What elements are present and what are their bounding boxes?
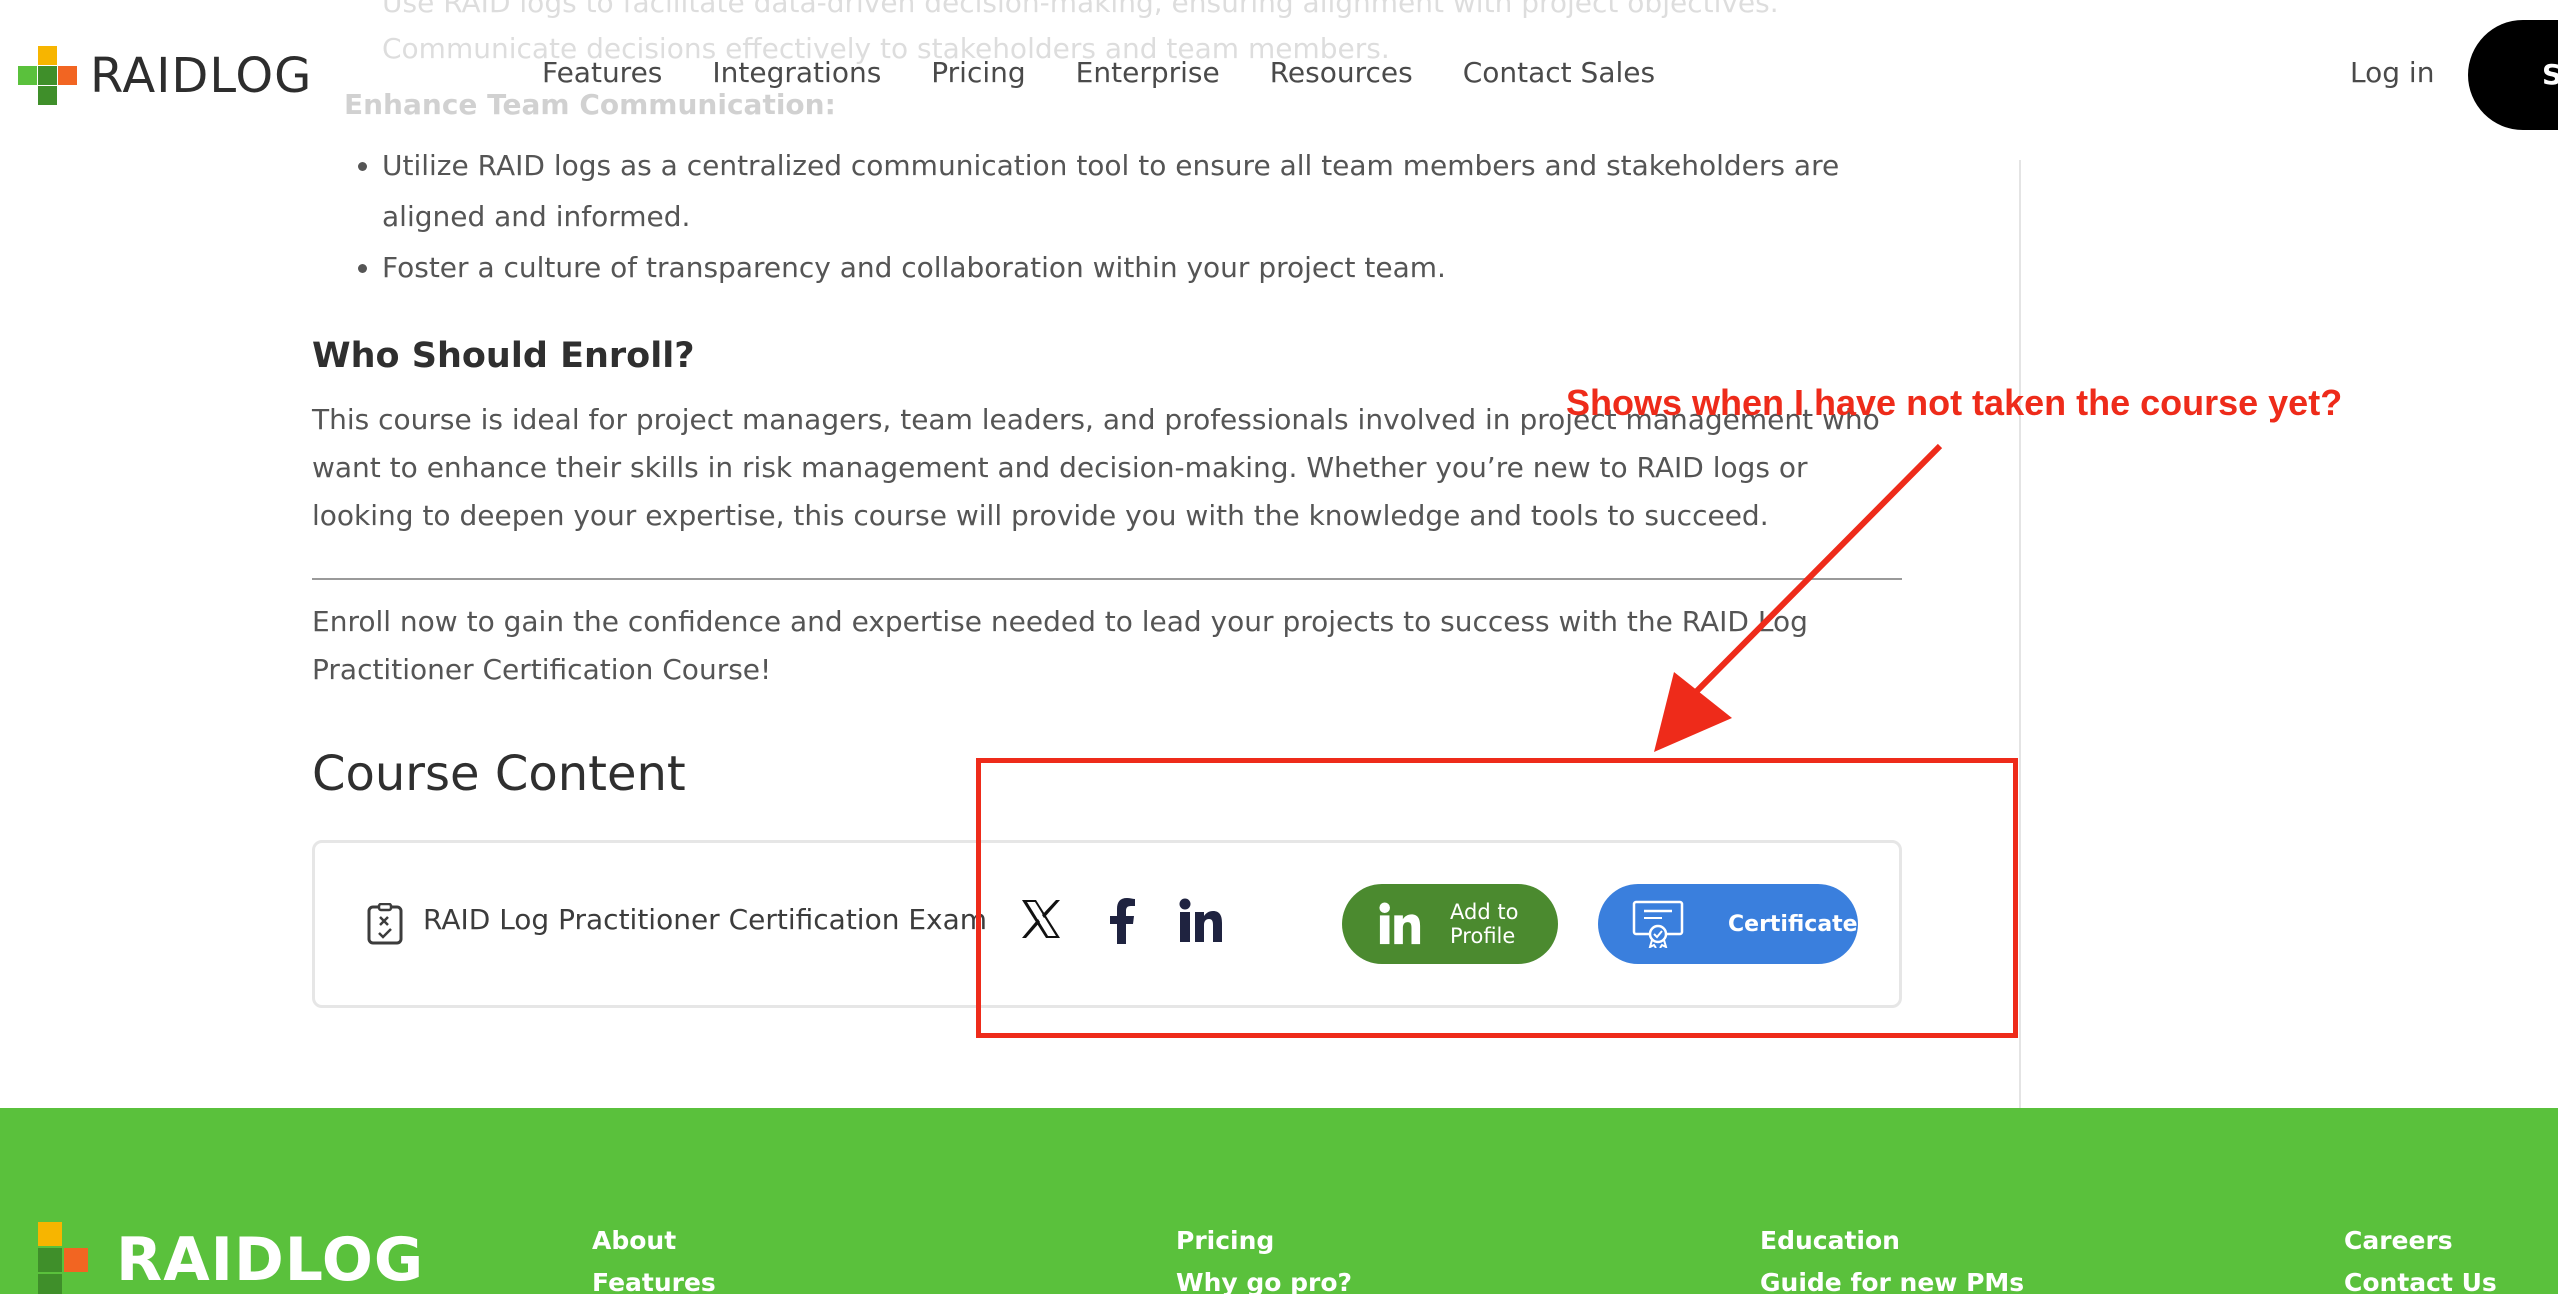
course-content-heading: Course Content — [312, 746, 686, 802]
raidlog-logo[interactable]: RAIDLOG — [18, 46, 312, 106]
nav-features[interactable]: Features — [542, 56, 662, 89]
footer-logo-text: RAIDLOG — [116, 1225, 425, 1294]
footer-logo-mark-icon — [12, 1222, 88, 1294]
footer-link-education[interactable]: Education — [1760, 1226, 1900, 1255]
annotation-highlight-box — [976, 758, 2018, 1038]
footer-link-features[interactable]: Features — [592, 1268, 716, 1294]
nav-contact-sales[interactable]: Contact Sales — [1463, 56, 1655, 89]
footer-link-contact-us[interactable]: Contact Us — [2344, 1268, 2497, 1294]
footer-link-why-go-pro[interactable]: Why go pro? — [1176, 1268, 1352, 1294]
footer-logo[interactable]: RAIDLOG — [12, 1222, 424, 1294]
nav-enterprise[interactable]: Enterprise — [1076, 56, 1220, 89]
logo-text: RAIDLOG — [90, 48, 313, 104]
who-should-enroll-heading: Who Should Enroll? — [312, 336, 695, 376]
site-header: RAIDLOG Features Integrations Pricing En… — [0, 0, 2558, 150]
login-link[interactable]: Log in — [2350, 56, 2434, 89]
logo-mark-icon — [18, 46, 78, 106]
exam-title-link[interactable]: RAID Log Practitioner Certification Exam — [423, 903, 987, 936]
main-nav: Features Integrations Pricing Enterprise… — [542, 56, 1655, 89]
list-item: Utilize RAID logs as a centralized commu… — [382, 140, 1904, 242]
list-item: Foster a culture of transparency and col… — [382, 242, 1904, 293]
footer-link-careers[interactable]: Careers — [2344, 1226, 2453, 1255]
nav-resources[interactable]: Resources — [1270, 56, 1413, 89]
footer-link-pricing[interactable]: Pricing — [1176, 1226, 1274, 1255]
nav-pricing[interactable]: Pricing — [931, 56, 1025, 89]
footer-link-guide-for-new-pms[interactable]: Guide for new PMs — [1760, 1268, 2024, 1294]
annotation-text: Shows when I have not taken the course y… — [1566, 382, 2343, 423]
nav-integrations[interactable]: Integrations — [712, 56, 881, 89]
communication-bullet-list: Utilize RAID logs as a centralized commu… — [344, 140, 1904, 293]
footer-link-about[interactable]: About — [592, 1226, 676, 1255]
annotation-arrow-icon — [1654, 443, 1943, 752]
sidebar-divider — [2019, 160, 2021, 1108]
exam-icon — [367, 903, 403, 945]
signup-button[interactable]: S — [2468, 20, 2558, 130]
